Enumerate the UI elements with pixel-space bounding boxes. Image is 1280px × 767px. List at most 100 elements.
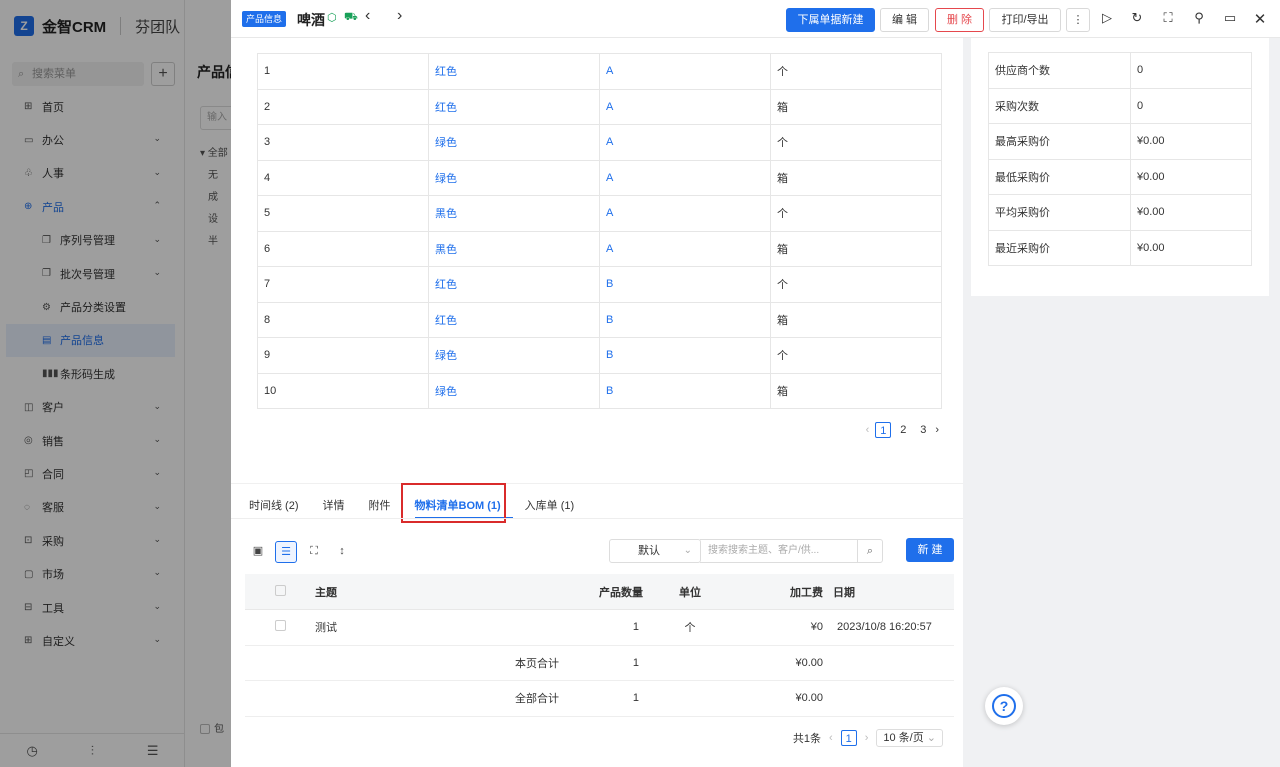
tab[interactable]: 时间线 (2) bbox=[249, 493, 311, 519]
table-row[interactable]: 测试 1 个 ¥0 2023/10/8 16:20:57 bbox=[245, 609, 954, 646]
select-all-checkbox[interactable] bbox=[245, 574, 315, 610]
variant-cell[interactable]: B bbox=[599, 266, 771, 303]
fullscreen-icon[interactable]: ⛶ bbox=[1160, 10, 1176, 26]
col-qty[interactable]: 产品数量 bbox=[569, 574, 649, 610]
refresh-icon[interactable]: ↻ bbox=[1129, 10, 1145, 26]
drawer-header: 产品信息 啤酒 ⬡ ⛟ ‹ › 下属单据新建 编 辑 删 除 打印/导出 ⋮ ▷… bbox=[231, 0, 1280, 38]
delete-button[interactable]: 删 除 bbox=[935, 8, 984, 32]
bom-subject-link[interactable]: 测试 bbox=[315, 609, 569, 646]
link-icon[interactable]: ⚲ bbox=[1191, 10, 1207, 26]
variant-cell[interactable]: 红色 bbox=[428, 266, 600, 303]
page-prev-icon[interactable]: ‹ bbox=[864, 424, 872, 436]
variant-cell[interactable]: A bbox=[599, 53, 771, 90]
help-button[interactable]: ? bbox=[985, 687, 1023, 725]
main-content: 1 红色 A 个 2 红色 A 箱 3 绿色 A 个 4 绿色 A 箱 5 黑色 A 个 6 黑色 A 箱 7 红色 B 个 8 红色 B 箱… bbox=[231, 38, 963, 767]
col-date[interactable]: 日期 bbox=[827, 574, 954, 610]
bom-tab-highlight bbox=[401, 483, 506, 523]
variant-cell[interactable]: B bbox=[599, 337, 771, 374]
variant-cell[interactable]: 黑色 bbox=[428, 230, 600, 267]
sort-select-value: 默认 bbox=[638, 545, 660, 557]
page-next-icon[interactable]: › bbox=[935, 424, 939, 436]
total-count: 共1条 bbox=[792, 733, 822, 745]
variant-cell: 10 bbox=[257, 372, 429, 409]
bom-table-header: 主题 产品数量 单位 加工费 日期 bbox=[245, 574, 954, 610]
variant-cell[interactable]: 绿色 bbox=[428, 372, 600, 409]
more-button[interactable]: ⋮ bbox=[1066, 8, 1090, 32]
table-row: 7 红色 B 个 bbox=[257, 266, 942, 303]
variant-cell[interactable]: A bbox=[599, 230, 771, 267]
bom-new-button[interactable]: 新 建 bbox=[906, 538, 954, 562]
variant-cell: 箱 bbox=[770, 159, 942, 196]
search-icon[interactable]: ⌕ bbox=[857, 539, 883, 563]
sub-document-create-button[interactable]: 下属单据新建 bbox=[786, 8, 875, 32]
variant-cell[interactable]: 红色 bbox=[428, 88, 600, 125]
print-export-button[interactable]: 打印/导出 bbox=[989, 8, 1061, 32]
page-next-icon[interactable]: › bbox=[863, 732, 871, 744]
tab[interactable]: 入库单 (1) bbox=[525, 493, 587, 519]
table-row: 9 绿色 B 个 bbox=[257, 337, 942, 374]
page-number[interactable]: 2 bbox=[895, 422, 911, 438]
variant-cell[interactable]: A bbox=[599, 124, 771, 161]
page-size-select[interactable]: 10 条/页 ⌄ bbox=[876, 729, 943, 747]
table-row: 最低采购价 ¥0.00 bbox=[988, 158, 1252, 195]
variant-cell[interactable]: A bbox=[599, 88, 771, 125]
variant-cell[interactable]: B bbox=[599, 301, 771, 338]
table-row: 4 绿色 A 箱 bbox=[257, 159, 942, 196]
prev-record-icon[interactable]: ‹ bbox=[365, 7, 370, 25]
variant-cell: 9 bbox=[257, 337, 429, 374]
col-fee[interactable]: 加工费 bbox=[731, 574, 827, 610]
table-row: 供应商个数 0 bbox=[988, 52, 1252, 89]
page-prev-icon[interactable]: ‹ bbox=[827, 732, 835, 744]
bom-search-input[interactable]: 搜索搜索主题、客户/供... bbox=[700, 539, 858, 563]
table-row: 3 绿色 A 个 bbox=[257, 124, 942, 161]
table-row: 8 红色 B 箱 bbox=[257, 301, 942, 338]
page-number[interactable]: 1 bbox=[840, 730, 857, 746]
stat-label: 平均采购价 bbox=[988, 194, 1131, 231]
list-view-icon[interactable]: ☰ bbox=[275, 541, 297, 563]
col-unit[interactable]: 单位 bbox=[649, 574, 731, 610]
table-row: 5 黑色 A 个 bbox=[257, 195, 942, 232]
sort-select[interactable]: 默认 ⌄ bbox=[609, 539, 701, 563]
bom-unit: 个 bbox=[649, 609, 731, 646]
purchase-stats-panel: 供应商个数 0 采购次数 0 最高采购价 ¥0.00 最低采购价 ¥0.00 平均采购价 ¥0.0… bbox=[971, 38, 1269, 296]
variant-cell[interactable]: 黑色 bbox=[428, 195, 600, 232]
variant-cell[interactable]: 绿色 bbox=[428, 337, 600, 374]
variant-cell[interactable]: A bbox=[599, 195, 771, 232]
variant-cell: 6 bbox=[257, 230, 429, 267]
variant-cell[interactable]: A bbox=[599, 159, 771, 196]
tab[interactable]: 附件 bbox=[369, 493, 403, 519]
play-icon[interactable]: ▷ bbox=[1099, 10, 1115, 26]
bom-date: 2023/10/8 16:20:57 bbox=[827, 609, 954, 646]
bom-qty: 1 bbox=[569, 609, 649, 646]
page-number[interactable]: 3 bbox=[915, 422, 931, 438]
variant-cell[interactable]: 红色 bbox=[428, 301, 600, 338]
close-icon[interactable]: ✕ bbox=[1252, 10, 1268, 28]
next-record-icon[interactable]: › bbox=[397, 7, 402, 25]
stat-value: ¥0.00 bbox=[1130, 158, 1252, 195]
row-height-icon[interactable]: ↕ bbox=[331, 541, 353, 563]
page-number[interactable]: 1 bbox=[875, 422, 892, 438]
variant-cell: 个 bbox=[770, 266, 942, 303]
variant-cell[interactable]: 绿色 bbox=[428, 124, 600, 161]
all-total-label: 全部合计 bbox=[315, 680, 569, 717]
edit-button[interactable]: 编 辑 bbox=[880, 8, 929, 32]
tabs-divider bbox=[231, 483, 963, 484]
variant-cell[interactable]: 红色 bbox=[428, 53, 600, 90]
tab[interactable]: 详情 bbox=[323, 493, 357, 519]
variant-cell: 7 bbox=[257, 266, 429, 303]
help-icon: ? bbox=[992, 694, 1016, 718]
purchase-stats-table: 供应商个数 0 采购次数 0 最高采购价 ¥0.00 最低采购价 ¥0.00 平均采购价 ¥0.0… bbox=[988, 52, 1252, 266]
variant-cell[interactable]: B bbox=[599, 372, 771, 409]
page-size-value: 10 条/页 bbox=[883, 732, 924, 744]
col-subject[interactable]: 主题 bbox=[315, 574, 569, 610]
variant-cell: 1 bbox=[257, 53, 429, 90]
variant-cell[interactable]: 绿色 bbox=[428, 159, 600, 196]
stat-label: 最低采购价 bbox=[988, 158, 1131, 195]
row-checkbox[interactable] bbox=[245, 609, 315, 646]
variant-cell: 3 bbox=[257, 124, 429, 161]
card-view-icon[interactable]: ▣ bbox=[247, 541, 269, 563]
chevron-down-icon: ⌄ bbox=[683, 545, 692, 556]
window-icon[interactable]: ▭ bbox=[1222, 10, 1238, 26]
expand-icon[interactable]: ⛶ bbox=[303, 541, 325, 563]
cube-icon: ⬡ bbox=[327, 12, 337, 24]
